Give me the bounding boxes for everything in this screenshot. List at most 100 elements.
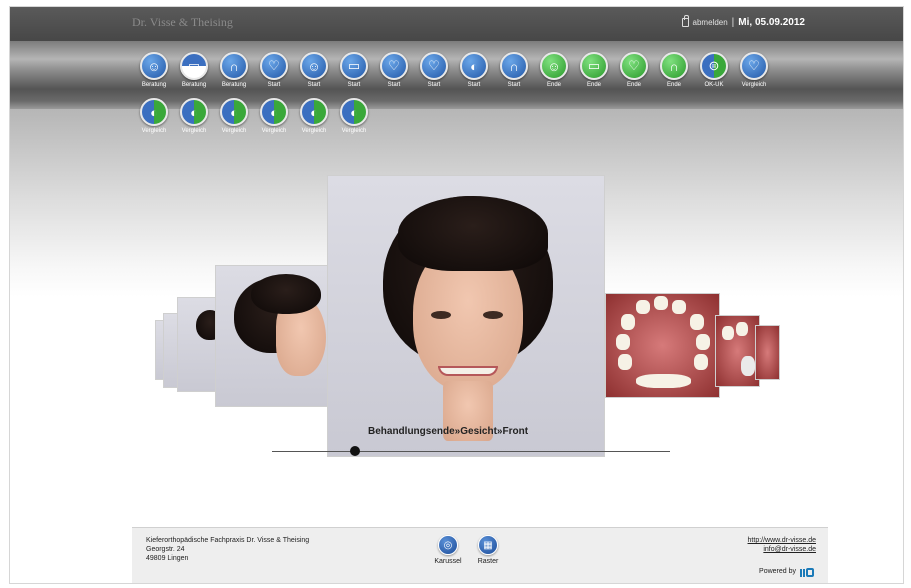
face-icon: ☺ (300, 52, 328, 80)
address-line: 49809 Lingen (146, 555, 189, 562)
toolbar-button-start[interactable]: ☺ Start (295, 52, 333, 88)
practice-name: Dr. Visse & Theising (132, 15, 233, 29)
toolbar-button-start[interactable]: ♡ Start (415, 52, 453, 88)
toolbar-button-label: Vergleich (341, 128, 367, 134)
grid-view-button[interactable]: ▦ Raster (468, 535, 508, 565)
toolbar-button-label: Ende (626, 82, 641, 88)
top-bar: Dr. Visse & Theising abmelden | Mi, 05.0… (10, 7, 903, 41)
address-line: Georgstr. 24 (146, 546, 185, 553)
teeth-front-icon: ▭ (580, 52, 608, 80)
tooth-icon: ♡ (420, 52, 448, 80)
toolbar-button-beratung[interactable]: ∩ Beratung (215, 52, 253, 88)
website-link[interactable]: http://www.dr-visse.de (748, 536, 816, 545)
address-line: Kieferorthopädische Fachpraxis Dr. Visse… (146, 537, 310, 544)
toolbar-button-label: Vergleich (141, 128, 167, 134)
toolbar-button-label: Start (307, 82, 321, 88)
toolbar-button-start[interactable]: ◐ Start (455, 52, 493, 88)
footer: Kieferorthopädische Fachpraxis Dr. Visse… (132, 527, 828, 583)
toolbar-button-vergleich[interactable]: ◐ Vergleich (135, 98, 173, 134)
current-date: Mi, 05.09.2012 (738, 17, 805, 28)
toolbar-button-label: Vergleich (181, 128, 207, 134)
vendor-logo-icon[interactable] (800, 566, 816, 577)
toolbar-button-ende[interactable]: ▭ Ende (575, 52, 613, 88)
toolbar-button-start[interactable]: ♡ Start (255, 52, 293, 88)
carousel-photo-profile[interactable] (215, 265, 330, 407)
carousel-icon: ◎ (438, 535, 458, 555)
face-profile-icon: ◐ (260, 98, 288, 126)
toolbar-button-ende[interactable]: ∩ Ende (655, 52, 693, 88)
carousel-photo[interactable] (755, 325, 780, 380)
toolbar-button-start[interactable]: ∩ Start (495, 52, 533, 88)
timeline-track[interactable] (272, 451, 670, 452)
photo-carousel: Behandlungsende»Gesicht»Front (10, 175, 903, 465)
carousel-view-button[interactable]: ◎ Karussel (428, 535, 468, 565)
powered-by: Powered by (759, 566, 816, 577)
toolbar-button-label: Start (467, 82, 481, 88)
lock-icon (681, 15, 689, 27)
toolbar-button-beratung[interactable]: ▭ Beratung (175, 52, 213, 88)
face-profile-icon: ◐ (340, 98, 368, 126)
upper-jaw-icon: ∩ (500, 52, 528, 80)
toolbar-button-beratung[interactable]: ☺ Beratung (135, 52, 173, 88)
upper-jaw-icon: ∩ (220, 52, 248, 80)
face-profile-icon: ◐ (460, 52, 488, 80)
photo-caption: Behandlungsende»Gesicht»Front (368, 426, 529, 437)
upper-jaw-icon: ∩ (660, 52, 688, 80)
face-profile-icon: ◐ (180, 98, 208, 126)
face-profile-icon: ◐ (220, 98, 248, 126)
face-icon: ☺ (540, 52, 568, 80)
toolbar-button-label: Ende (666, 82, 681, 88)
grid-icon: ▦ (478, 535, 498, 555)
toolbar-button-vergleich[interactable]: ◐ Vergleich (255, 98, 293, 134)
toolbar-button-label: Vergleich (261, 128, 287, 134)
tooth-icon: ♡ (620, 52, 648, 80)
tooth-icon: ♡ (260, 52, 288, 80)
separator: | (731, 17, 735, 28)
logout-link[interactable]: abmelden (693, 18, 728, 27)
carousel-photo[interactable] (715, 315, 760, 387)
grid-view-label: Raster (477, 558, 499, 565)
face-profile-icon: ◐ (300, 98, 328, 126)
toolbar-button-label: Beratung (181, 82, 207, 88)
jaw-compare-icon: ⊜ (700, 52, 728, 80)
toolbar-button-start[interactable]: ♡ Start (375, 52, 413, 88)
toolbar-button-ende[interactable]: ♡ Ende (615, 52, 653, 88)
contact-links: http://www.dr-visse.de info@dr-visse.de (748, 536, 816, 554)
toolbar-button-label: Start (387, 82, 401, 88)
timeline-slider-handle[interactable] (350, 446, 360, 456)
toolbar-button-label: Beratung (141, 82, 167, 88)
face-icon: ☺ (140, 52, 168, 80)
toolbar-button-vergleich[interactable]: ◐ Vergleich (215, 98, 253, 134)
email-link[interactable]: info@dr-visse.de (748, 545, 816, 554)
practice-address: Kieferorthopädische Fachpraxis Dr. Visse… (146, 536, 309, 563)
toolbar-button-vergleich[interactable]: ♡ Vergleich (735, 52, 773, 88)
powered-by-label: Powered by (759, 568, 796, 575)
toolbar-button-vergleich[interactable]: ◐ Vergleich (335, 98, 373, 134)
toolbar-button-label: Vergleich (741, 82, 767, 88)
toolbar-button-label: Ende (586, 82, 601, 88)
toolbar-button-label: Start (267, 82, 281, 88)
face-profile-icon: ◐ (140, 98, 168, 126)
toolbar-button-start[interactable]: ▭ Start (335, 52, 373, 88)
toolbar-button-label: Vergleich (221, 128, 247, 134)
toolbar-button-label: Start (427, 82, 441, 88)
toolbar-button-label: Beratung (221, 82, 247, 88)
toolbar-button-label: OK-UK (704, 82, 724, 88)
tooth-icon: ♡ (740, 52, 768, 80)
app-frame: Dr. Visse & Theising abmelden | Mi, 05.0… (9, 6, 904, 584)
toolbar-button-label: Vergleich (301, 128, 327, 134)
toolbar-button-label: Start (347, 82, 361, 88)
toolbar-button-label: Ende (546, 82, 561, 88)
teeth-front-icon: ▭ (340, 52, 368, 80)
user-area: abmelden | Mi, 05.09.2012 (681, 15, 805, 28)
toolbar-button-label: Start (507, 82, 521, 88)
toolbar-button-ende[interactable]: ☺ Ende (535, 52, 573, 88)
toolbar-button-vergleich[interactable]: ◐ Vergleich (295, 98, 333, 134)
carousel-photo-front[interactable]: Behandlungsende»Gesicht»Front (327, 175, 605, 457)
teeth-front-icon: ▭ (180, 52, 208, 80)
carousel-view-label: Karussel (434, 558, 462, 565)
toolbar-button-vergleich[interactable]: ◐ Vergleich (175, 98, 213, 134)
toolbar-button-ok-uk[interactable]: ⊜ OK-UK (695, 52, 733, 88)
carousel-photo-upper-jaw[interactable] (605, 293, 720, 398)
tooth-icon: ♡ (380, 52, 408, 80)
